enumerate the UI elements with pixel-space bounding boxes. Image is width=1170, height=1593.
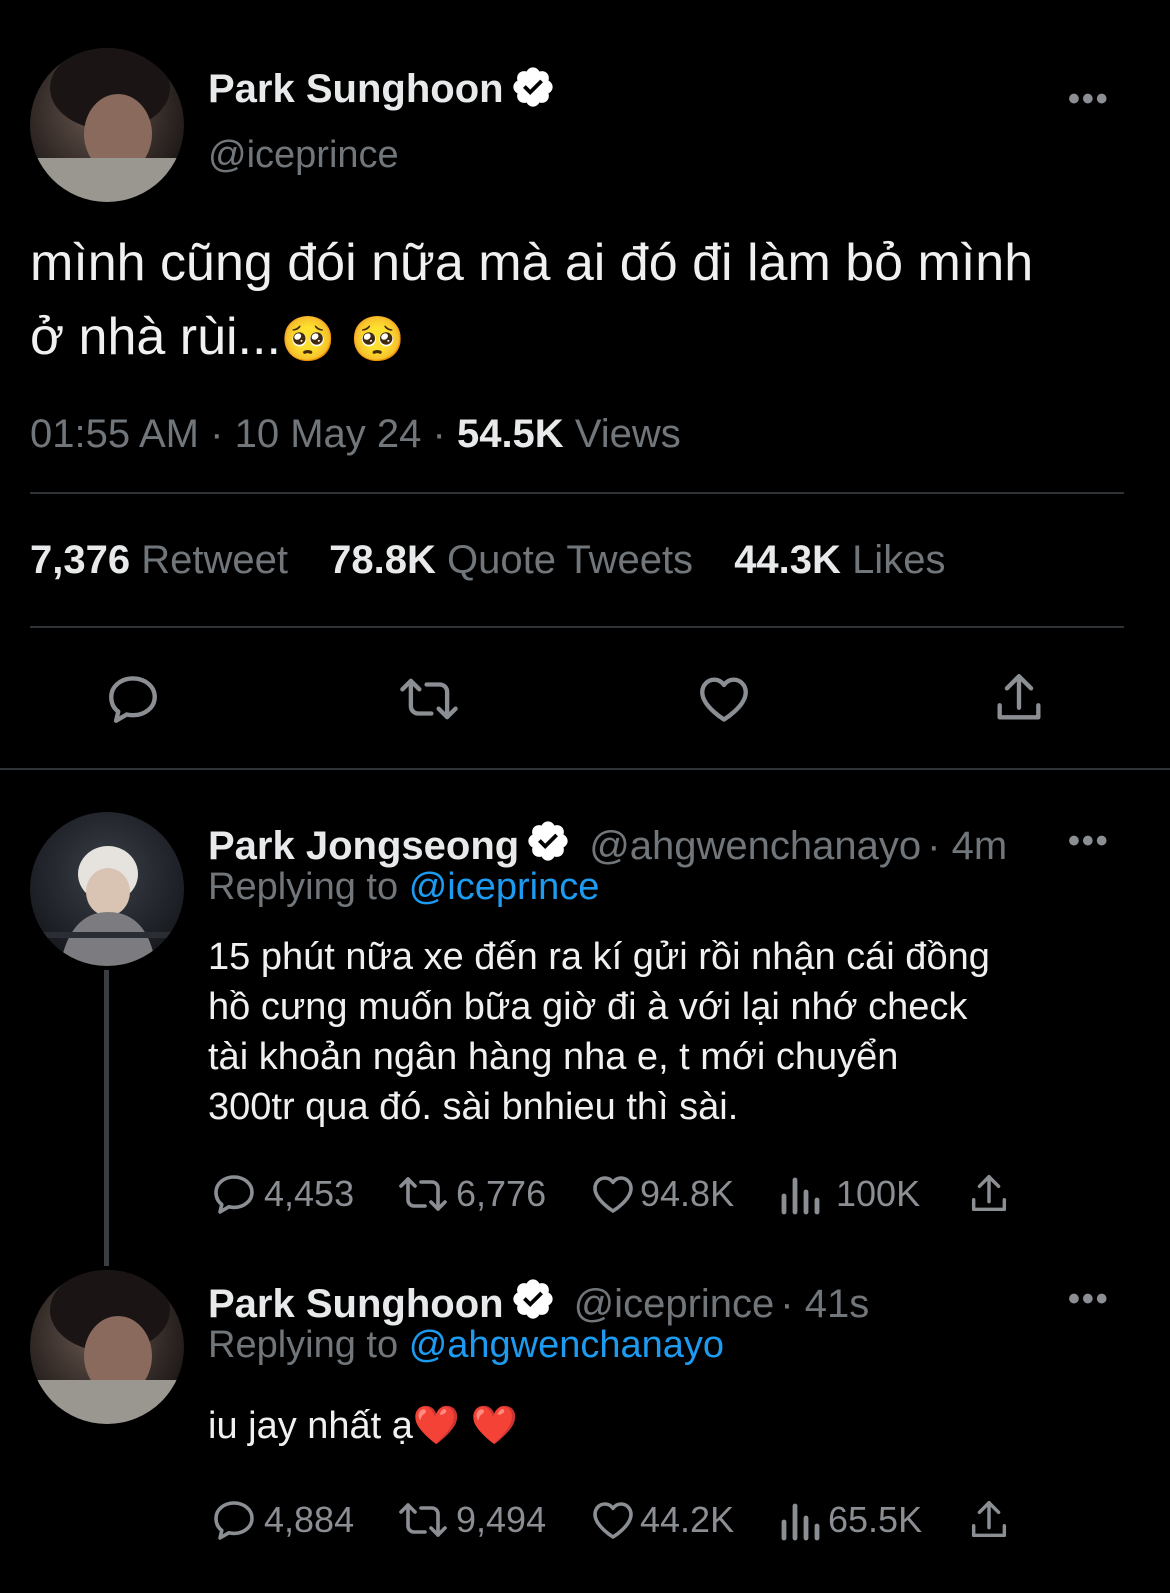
like-button[interactable]: 44.2K (588, 1496, 734, 1544)
heart-emoji: ❤️ (470, 1405, 519, 1447)
reply-count: 4,453 (264, 1173, 355, 1214)
heart-emoji: ❤️ (412, 1405, 461, 1447)
reply-text-line: 15 phút nữa xe đến ra kí gửi rồi nhận cá… (208, 936, 990, 978)
replying-to: Replying to @ahgwenchanayo (208, 1324, 724, 1367)
section-divider (0, 768, 1170, 770)
tweet-date[interactable]: 10 May 24 (235, 412, 422, 456)
retweet-icon (399, 1177, 447, 1211)
tweet-age: · 4m (927, 823, 1008, 868)
tweet-meta: 01:55 AM · 10 May 24 · 54.5K Views (30, 412, 681, 457)
reply-text-line: hồ cưng muốn bữa giờ đi à với lại nhớ ch… (208, 986, 968, 1028)
like-button[interactable]: 94.8K (588, 1170, 734, 1218)
share-icon[interactable] (966, 1170, 1012, 1218)
pleading-emoji: 🥺 (350, 315, 405, 364)
reply-count: 4,884 (264, 1499, 355, 1540)
like-icon[interactable] (694, 670, 754, 728)
divider (30, 626, 1124, 628)
author-handle[interactable]: @iceprince (574, 1282, 775, 1327)
author-name[interactable]: Park Sunghoon (208, 67, 504, 112)
retweet-button[interactable]: 9,494 (396, 1496, 546, 1544)
separator: · (432, 412, 446, 456)
divider (30, 492, 1124, 494)
tweet-time: 01:55 AM (30, 412, 200, 456)
avatar[interactable] (30, 812, 184, 966)
author-name[interactable]: Park Sunghoon (208, 1282, 504, 1327)
reply-icon (214, 1175, 254, 1214)
tweet-text: mình cũng đói nữa mà ai đó đi làm bỏ mìn… (30, 226, 1033, 377)
verified-badge-icon (510, 64, 556, 115)
reply-text: iu jay nhất ạ❤️ ❤️ (208, 1404, 518, 1448)
replying-handle-link[interactable]: @iceprince (409, 866, 600, 908)
pleading-emoji: 🥺 (280, 315, 336, 364)
reply-button[interactable]: 4,884 (210, 1496, 354, 1544)
reply-button[interactable]: 4,453 (210, 1170, 354, 1218)
avatar[interactable] (30, 48, 184, 202)
replying-handle-link[interactable]: @ahgwenchanayo (409, 1324, 724, 1366)
retweet-stat[interactable]: 7,376 Retweet (30, 538, 288, 582)
reply-text-line: iu jay nhất ạ (208, 1405, 413, 1447)
views-icon (781, 1177, 820, 1215)
like-icon (593, 1502, 633, 1539)
more-icon[interactable]: ••• (1068, 822, 1110, 861)
replying-label: Replying to (208, 866, 399, 908)
reply-icon[interactable] (104, 670, 162, 728)
author-handle[interactable]: @iceprince (208, 134, 399, 177)
avatar[interactable] (30, 1270, 184, 1424)
tweet-age: · 41s (780, 1281, 870, 1326)
more-icon[interactable]: ••• (1068, 1280, 1110, 1319)
engagement-stats: 7,376 Retweet 78.8K Quote Tweets 44.3K L… (30, 538, 945, 583)
views-label: Views (574, 412, 681, 456)
reply-text-line: tài khoản ngân hàng nha e, t mới chuyển (208, 1036, 899, 1078)
quote-stat[interactable]: 78.8K Quote Tweets (329, 538, 693, 582)
views-count: 100K (836, 1173, 921, 1214)
reply-icon (214, 1501, 254, 1540)
retweet-icon[interactable] (396, 670, 462, 728)
likes-count: 44.3K (734, 538, 841, 582)
replying-to: Replying to @iceprince (208, 866, 599, 909)
separator: · (210, 412, 224, 456)
views-icon (781, 1503, 820, 1541)
more-icon[interactable]: ••• (1068, 80, 1110, 119)
author-name[interactable]: Park Jongseong (208, 824, 519, 869)
likes-stat[interactable]: 44.3K Likes (734, 538, 945, 582)
retweet-count: 9,494 (456, 1499, 547, 1540)
quote-label: Quote Tweets (446, 538, 694, 582)
retweet-count: 6,776 (456, 1173, 547, 1214)
tweet-text-line: ở nhà rùi... (30, 308, 281, 366)
thread-line (104, 970, 109, 1266)
like-count: 44.2K (640, 1499, 735, 1540)
retweet-icon (399, 1503, 447, 1537)
views-count: 54.5K (456, 412, 564, 456)
like-count: 94.8K (640, 1173, 735, 1214)
views-button[interactable]: 65.5K (778, 1496, 922, 1544)
share-icon[interactable] (966, 1496, 1012, 1544)
views-count: 65.5K (828, 1499, 923, 1540)
quote-count: 78.8K (329, 538, 436, 582)
reply-text-line: 300tr qua đó. sài bnhieu thì sài. (208, 1086, 739, 1128)
views-button[interactable]: 100K (778, 1170, 920, 1218)
retweet-button[interactable]: 6,776 (396, 1170, 546, 1218)
likes-label: Likes (852, 538, 946, 582)
share-icon[interactable] (990, 668, 1048, 728)
retweet-label: Retweet (141, 538, 288, 582)
author-handle[interactable]: @ahgwenchanayo (589, 824, 921, 869)
retweet-count: 7,376 (30, 538, 131, 582)
replying-label: Replying to (208, 1324, 399, 1366)
reply-text: 15 phút nữa xe đến ra kí gửi rồi nhận cá… (208, 932, 990, 1132)
like-icon (593, 1176, 633, 1213)
tweet-text-line: mình cũng đói nữa mà ai đó đi làm bỏ mìn… (30, 234, 1034, 292)
